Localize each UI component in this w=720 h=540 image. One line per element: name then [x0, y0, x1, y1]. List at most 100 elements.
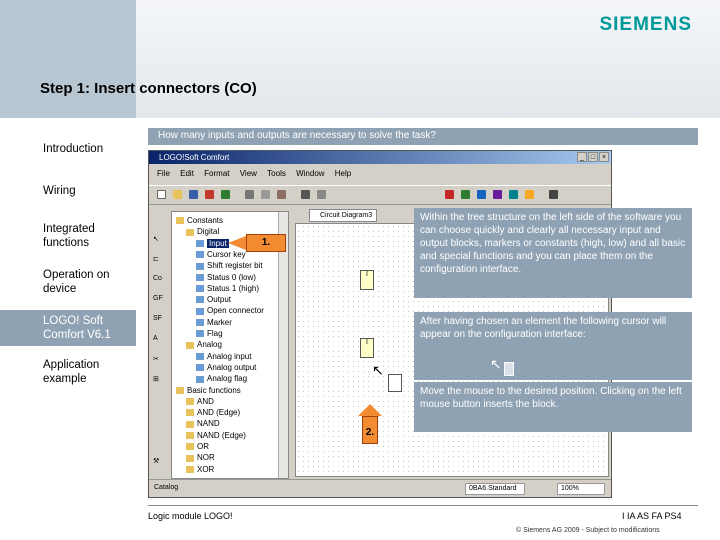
- align-icon[interactable]: [317, 190, 326, 199]
- tree-item[interactable]: Marker: [196, 318, 232, 327]
- tree-item[interactable]: Analog flag: [196, 374, 247, 383]
- tree-item-label: Open connector: [207, 306, 264, 316]
- menu-tools[interactable]: Tools: [267, 169, 286, 178]
- menu-file[interactable]: File: [157, 169, 170, 178]
- tree-item[interactable]: Constants: [176, 216, 223, 225]
- block-icon: [196, 239, 204, 247]
- siemens-logo: SIEMENS: [599, 14, 692, 35]
- text-tool-icon[interactable]: A: [153, 335, 165, 345]
- nav-operation-on-device[interactable]: Operation on device: [0, 268, 125, 296]
- test-icon[interactable]: [525, 190, 534, 199]
- pointer-tool-icon[interactable]: ↖: [153, 235, 165, 245]
- tree-item[interactable]: AND (Edge): [186, 408, 240, 417]
- connect-tool-icon[interactable]: ⊏: [153, 255, 165, 265]
- step-marker-2: 2.: [362, 416, 378, 444]
- callout-cursor-text: After having chosen an element the follo…: [420, 316, 667, 340]
- tree-item-label: AND (Edge): [197, 408, 241, 418]
- tree-item[interactable]: Cursor key: [196, 250, 246, 259]
- stop-icon[interactable]: [509, 190, 518, 199]
- tools-icon[interactable]: ⚒: [153, 457, 165, 467]
- tree-item[interactable]: Flag: [196, 329, 223, 338]
- block-icon: [196, 296, 204, 304]
- block-icon: [196, 307, 204, 315]
- maximize-icon[interactable]: □: [588, 152, 598, 162]
- page-title: Step 1: Insert connectors (CO): [40, 80, 257, 97]
- menu-edit[interactable]: Edit: [180, 169, 194, 178]
- copy-icon[interactable]: [261, 190, 270, 199]
- cut-icon[interactable]: [245, 190, 254, 199]
- tree-item[interactable]: Analog: [186, 340, 222, 349]
- save-icon[interactable]: [189, 190, 198, 199]
- new-icon[interactable]: [157, 190, 166, 199]
- block-icon: [196, 262, 204, 270]
- tree-item[interactable]: Open connector: [196, 306, 264, 315]
- menu-view[interactable]: View: [240, 169, 257, 178]
- block-icon: [196, 285, 204, 293]
- cursor-icon: ↖: [372, 362, 384, 378]
- folder-icon: [186, 443, 194, 451]
- tree-item-label: Constants: [187, 216, 224, 225]
- nav-introduction[interactable]: Introduction: [0, 142, 136, 156]
- tree-item-label: NAND: [197, 419, 220, 429]
- catalog-label[interactable]: Catalog: [151, 483, 291, 495]
- tree-item[interactable]: Basic functions: [176, 386, 241, 395]
- tree-item-label: Input: [207, 238, 229, 248]
- tree-item-label: Shift register bit: [207, 261, 263, 271]
- open-icon[interactable]: [173, 190, 182, 199]
- simulate-icon[interactable]: [461, 190, 470, 199]
- menu-format[interactable]: Format: [204, 169, 229, 178]
- callout-cursor: After having chosen an element the follo…: [414, 312, 692, 380]
- callout-block-icon: [504, 362, 514, 376]
- undo-icon[interactable]: [221, 190, 230, 199]
- tab-circuit-diagram[interactable]: Circuit Diagram3: [309, 209, 377, 222]
- tree-item[interactable]: NAND: [186, 419, 220, 428]
- online-icon[interactable]: [477, 190, 486, 199]
- callout-tree-structure: Within the tree structure on the left si…: [414, 208, 692, 298]
- footer-right: I IA AS FA PS4: [622, 511, 682, 521]
- window-controls: _ □ ×: [576, 152, 609, 162]
- block-icon: [186, 398, 194, 406]
- layout-tool-icon[interactable]: ⊞: [153, 375, 165, 385]
- co-tool-icon[interactable]: Co: [153, 275, 165, 285]
- tree-item[interactable]: AND: [186, 397, 214, 406]
- help-icon[interactable]: [549, 190, 558, 199]
- tree-item[interactable]: NAND (Edge): [186, 431, 246, 440]
- nav-application-example[interactable]: Application example: [0, 358, 120, 386]
- input-block-label: I: [366, 271, 368, 278]
- run-icon[interactable]: [493, 190, 502, 199]
- tree-item[interactable]: Digital: [186, 227, 219, 236]
- sf-tool-icon[interactable]: SF: [153, 315, 165, 325]
- close-icon[interactable]: ×: [599, 152, 609, 162]
- input-block-preview[interactable]: I: [360, 338, 374, 358]
- tree-item[interactable]: Status 0 (low): [196, 273, 256, 282]
- block-icon: [196, 375, 204, 383]
- tree-item[interactable]: Analog output: [196, 363, 256, 372]
- gf-tool-icon[interactable]: GF: [153, 295, 165, 305]
- cut-wire-icon[interactable]: ✂: [153, 355, 165, 365]
- tree-item-label: Flag: [207, 329, 223, 338]
- tree-item[interactable]: Analog input: [196, 352, 251, 361]
- minimize-icon[interactable]: _: [577, 152, 587, 162]
- transfer-icon[interactable]: [445, 190, 454, 199]
- tree-item[interactable]: Shift register bit: [196, 261, 263, 270]
- tree-item-label: Marker: [207, 317, 232, 327]
- tree-item[interactable]: OR: [186, 442, 209, 451]
- nav-logo-soft-comfort[interactable]: LOGO! Soft Comfort V6.1: [0, 310, 136, 346]
- left-toolbar: ↖ ⊏ Co GF SF A ✂ ⊞ ⚒: [149, 207, 169, 477]
- input-block[interactable]: I: [360, 270, 374, 290]
- tree-item[interactable]: Input: [196, 238, 229, 248]
- tree-item[interactable]: Output: [196, 295, 231, 304]
- folder-icon: [176, 217, 184, 225]
- tree-item[interactable]: Status 1 (high): [196, 284, 259, 293]
- print-icon[interactable]: [205, 190, 214, 199]
- paste-icon[interactable]: [277, 190, 286, 199]
- tree-item[interactable]: XOR: [186, 465, 214, 474]
- block-icon: [196, 330, 204, 338]
- nav-wiring[interactable]: Wiring: [0, 184, 136, 198]
- input-block-preview-label: I: [366, 339, 368, 346]
- menu-help[interactable]: Help: [335, 169, 351, 178]
- nav-integrated-functions[interactable]: Integrated functions: [0, 222, 110, 250]
- menu-window[interactable]: Window: [296, 169, 324, 178]
- zoom-icon[interactable]: [301, 190, 310, 199]
- tree-item[interactable]: NOR: [186, 453, 215, 462]
